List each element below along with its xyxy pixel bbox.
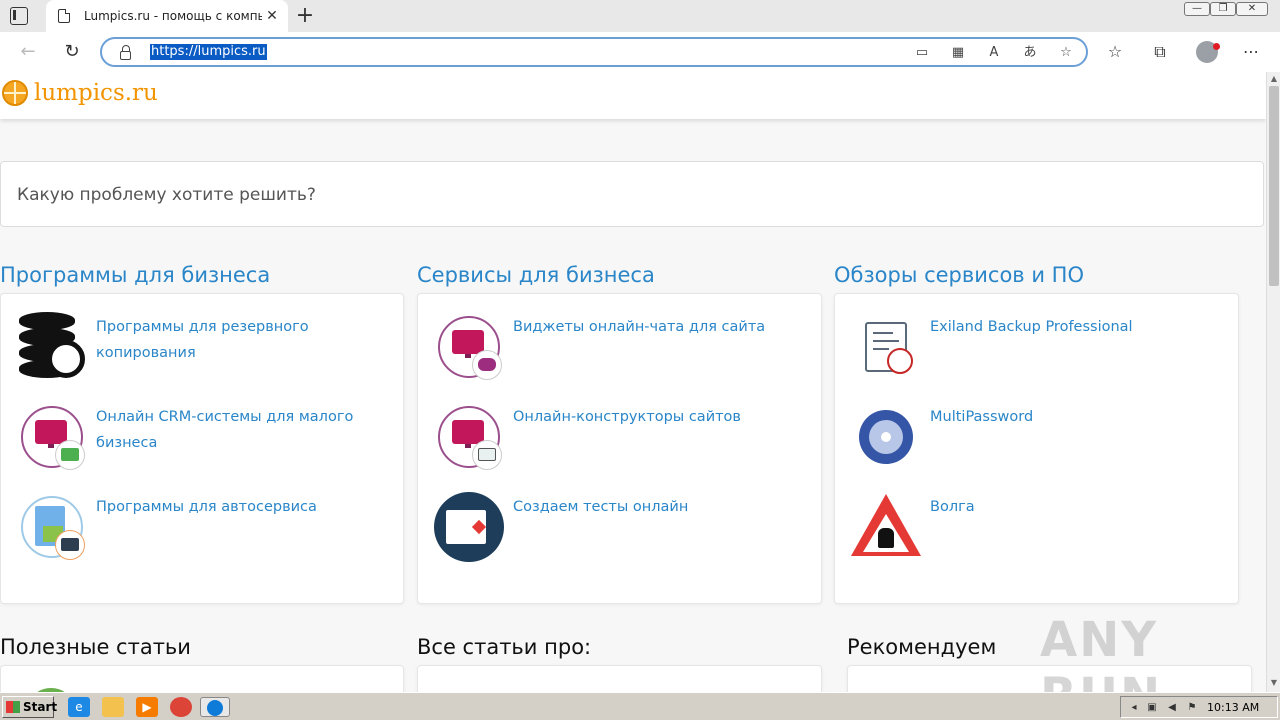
folder-icon[interactable] xyxy=(102,697,124,717)
list-item[interactable]: Программы для автосервиса xyxy=(1,492,403,576)
roadwork-sign-icon xyxy=(851,492,921,562)
scroll-up-icon[interactable]: ▲ xyxy=(1267,72,1280,86)
crm-monitor-icon xyxy=(17,402,87,472)
network-icon[interactable]: ▣ xyxy=(1145,701,1159,715)
search-input[interactable]: Какую проблему хотите решить? xyxy=(0,161,1264,227)
list-item[interactable]: Программы для резервного копирования xyxy=(1,312,403,396)
online-tests-icon xyxy=(434,492,504,562)
site-logo[interactable]: lumpics.ru xyxy=(34,80,158,106)
add-favorite-icon[interactable]: ☆ xyxy=(1056,44,1076,62)
site-builder-icon xyxy=(434,402,504,472)
lock-icon[interactable] xyxy=(120,45,131,60)
read-aloud-icon[interactable]: A xyxy=(984,44,1004,62)
minimize-button[interactable]: — xyxy=(1184,2,1210,16)
browser-nav-bar: ← ↻ https://lumpics.ru ▭ ▦ A あ ☆ ☆ ⧉ ⋯ xyxy=(0,32,1280,72)
card-business-programs: Программы для резервного копирования Онл… xyxy=(0,293,404,604)
refresh-icon[interactable]: ↻ xyxy=(58,39,86,65)
item-link[interactable]: Создаем тесты онлайн xyxy=(513,494,793,520)
item-link[interactable]: Волга xyxy=(930,494,1210,520)
section-title-reviews[interactable]: Обзоры сервисов и ПО xyxy=(834,263,1084,287)
list-item[interactable]: Онлайн CRM-системы для малого бизнеса xyxy=(1,402,403,486)
tab-title: Lumpics.ru - помощь с компью xyxy=(84,9,262,23)
anyrun-watermark: ANY RUN xyxy=(1040,612,1160,692)
chat-widget-icon xyxy=(434,312,504,382)
item-link[interactable]: MultiPassword xyxy=(930,404,1210,430)
list-item[interactable]: Онлайн-конструкторы сайтов xyxy=(418,402,821,486)
browser-tab-bar: Lumpics.ru - помощь с компью ✕ + — ❐ ✕ xyxy=(0,0,1280,32)
favorites-icon[interactable]: ☆ xyxy=(1104,41,1126,63)
tray-expand-icon[interactable]: ◂ xyxy=(1127,701,1141,715)
site-header: lumpics.ru xyxy=(0,72,1266,119)
list-item[interactable]: Создаем тесты онлайн xyxy=(418,492,821,576)
url-text[interactable]: https://lumpics.ru xyxy=(150,44,267,60)
device-icon[interactable]: ▭ xyxy=(912,44,932,62)
section-title-useful[interactable]: Полезные статьи xyxy=(0,635,191,659)
browser-tab[interactable]: Lumpics.ru - помощь с компью ✕ xyxy=(46,0,288,32)
card-useful xyxy=(0,665,404,692)
autoservice-icon xyxy=(17,492,87,562)
item-link[interactable]: Виджеты онлайн-чата для сайта xyxy=(513,314,793,340)
collections-icon[interactable]: ⧉ xyxy=(1149,41,1171,63)
new-tab-button[interactable]: + xyxy=(294,4,316,28)
page-favicon-icon xyxy=(58,9,70,23)
list-item[interactable]: MultiPassword xyxy=(835,402,1238,486)
database-backup-icon xyxy=(17,312,87,382)
disc-icon xyxy=(851,402,921,472)
profile-avatar-icon[interactable] xyxy=(1196,41,1220,63)
section-title-all-articles[interactable]: Все статьи про: xyxy=(417,635,591,659)
flag-notify-icon[interactable]: ⚑ xyxy=(1185,701,1199,715)
section-title-business-programs[interactable]: Программы для бизнеса xyxy=(0,263,270,287)
system-tray: ◂ ▣ ◀ ⚑ 10:13 AM xyxy=(1120,696,1278,718)
tab-close-icon[interactable]: ✕ xyxy=(264,6,280,26)
apps-grid-icon[interactable]: ▦ xyxy=(948,44,968,62)
list-item[interactable]: Exiland Backup Professional xyxy=(835,312,1238,396)
item-link[interactable]: Программы для автосервиса xyxy=(96,494,376,520)
card-business-services: Виджеты онлайн-чата для сайта Онлайн-кон… xyxy=(417,293,822,604)
tab-actions-icon[interactable] xyxy=(10,7,28,25)
orange-logo-icon[interactable] xyxy=(2,80,28,106)
section-title-business-services[interactable]: Сервисы для бизнеса xyxy=(417,263,655,287)
card-reviews: Exiland Backup Professional MultiPasswor… xyxy=(834,293,1239,604)
taskbar-clock[interactable]: 10:13 AM xyxy=(1207,701,1259,714)
address-bar[interactable]: https://lumpics.ru ▭ ▦ A あ ☆ xyxy=(100,37,1088,67)
start-button[interactable]: Start xyxy=(2,696,58,718)
item-link[interactable]: Онлайн CRM-системы для малого бизнеса xyxy=(96,404,376,456)
back-arrow-icon[interactable]: ← xyxy=(14,39,42,65)
start-label: Start xyxy=(23,700,58,714)
section-title-recommend[interactable]: Рекомендуем xyxy=(847,635,996,659)
list-item[interactable]: Волга xyxy=(835,492,1238,576)
list-item[interactable]: Виджеты онлайн-чата для сайта xyxy=(418,312,821,396)
ie-icon[interactable]: e xyxy=(68,697,90,717)
page-viewport: lumpics.ru Какую проблему хотите решить?… xyxy=(0,72,1266,692)
restore-button[interactable]: ❐ xyxy=(1210,2,1236,16)
windows-flag-icon xyxy=(6,701,20,713)
card-all-articles xyxy=(417,665,822,692)
item-link[interactable]: Онлайн-конструкторы сайтов xyxy=(513,404,793,430)
chrome-icon[interactable] xyxy=(170,697,192,717)
media-player-icon[interactable]: ▶ xyxy=(136,697,158,717)
backup-doc-icon xyxy=(851,312,921,382)
close-window-button[interactable]: ✕ xyxy=(1236,2,1268,16)
scroll-thumb[interactable] xyxy=(1269,86,1279,286)
more-menu-icon[interactable]: ⋯ xyxy=(1240,41,1262,63)
scroll-down-icon[interactable]: ▼ xyxy=(1267,676,1280,690)
windows-taskbar: Start e ▶ ◂ ▣ ◀ ⚑ 10:13 AM xyxy=(0,692,1280,720)
item-link[interactable]: Exiland Backup Professional xyxy=(930,314,1210,340)
volume-icon[interactable]: ◀ xyxy=(1165,701,1179,715)
item-link[interactable]: Программы для резервного копирования xyxy=(96,314,376,366)
search-placeholder: Какую проблему хотите решить? xyxy=(17,185,316,205)
translate-icon[interactable]: あ xyxy=(1020,44,1040,62)
page-scrollbar[interactable]: ▲ ▼ xyxy=(1266,72,1280,692)
edge-icon[interactable] xyxy=(200,697,230,717)
